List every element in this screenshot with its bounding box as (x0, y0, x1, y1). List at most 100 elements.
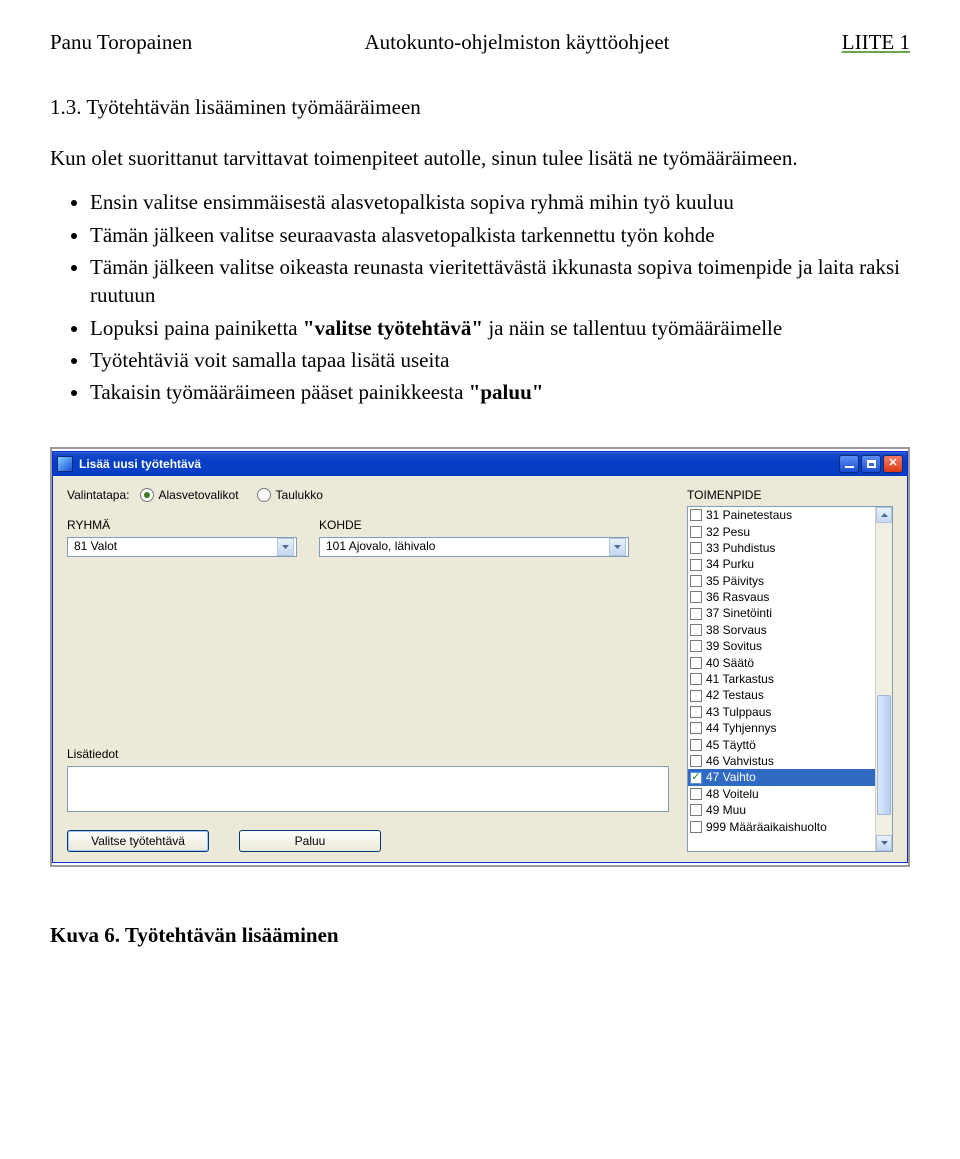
checkbox-icon[interactable] (690, 509, 702, 521)
doc-header: Panu Toropainen Autokunto-ohjelmiston kä… (50, 30, 910, 55)
list-item-label: 999 Määräaikaishuolto (706, 820, 827, 834)
list-item-label: 33 Puhdistus (706, 541, 775, 555)
checkbox-icon[interactable]: ✓ (690, 772, 702, 784)
list-item[interactable]: 35 Päivitys (688, 573, 875, 589)
list-item-label: 34 Purku (706, 557, 754, 571)
lisatiedot-label: Lisätiedot (67, 747, 669, 761)
list-item-label: 45 Täyttö (706, 738, 756, 752)
list-item[interactable]: 46 Vahvistus (688, 753, 875, 769)
list-item[interactable]: 39 Sovitus (688, 638, 875, 654)
chevron-down-icon (609, 538, 626, 556)
kohde-select[interactable]: 101 Ajovalo, lähivalo (319, 537, 629, 557)
checkbox-icon[interactable] (690, 690, 702, 702)
list-item: Takaisin työmääräimeen pääset painikkees… (90, 378, 910, 406)
header-right: LIITE 1 (842, 30, 910, 55)
checkbox-icon[interactable] (690, 608, 702, 620)
checkbox-icon[interactable] (690, 722, 702, 734)
list-item-label: 42 Testaus (706, 688, 764, 702)
kohde-label: KOHDE (319, 518, 629, 532)
list-item-label: 32 Pesu (706, 525, 750, 539)
list-item[interactable]: 34 Purku (688, 556, 875, 572)
checkbox-icon[interactable] (690, 542, 702, 554)
maximize-button[interactable] (861, 455, 881, 473)
checkbox-icon[interactable] (690, 821, 702, 833)
list-item-label: 49 Muu (706, 803, 746, 817)
checkbox-icon[interactable] (690, 673, 702, 685)
list-item[interactable]: 42 Testaus (688, 687, 875, 703)
list-item-label: 36 Rasvaus (706, 590, 769, 604)
checkbox-icon[interactable] (690, 559, 702, 571)
kohde-value: 101 Ajovalo, lähivalo (326, 539, 435, 553)
list-item: Tämän jälkeen valitse oikeasta reunasta … (90, 253, 910, 310)
scroll-down-icon[interactable] (876, 835, 892, 851)
list-item[interactable]: 41 Tarkastus (688, 671, 875, 687)
screenshot-figure: Lisää uusi työtehtävä ✕ Valintatapa: Ala… (50, 447, 910, 867)
paluu-button[interactable]: Paluu (239, 830, 381, 852)
ryhma-label: RYHMÄ (67, 518, 297, 532)
list-item: Tämän jälkeen valitse seuraavasta alasve… (90, 221, 910, 249)
ryhma-select[interactable]: 81 Valot (67, 537, 297, 557)
checkbox-icon[interactable] (690, 640, 702, 652)
scroll-up-icon[interactable] (876, 507, 892, 523)
list-item-label: 35 Päivitys (706, 574, 764, 588)
toimenpide-label: TOIMENPIDE (687, 488, 893, 502)
valintatapa-label: Valintatapa: (67, 488, 130, 502)
checkbox-icon[interactable] (690, 804, 702, 816)
valitse-tyotehtava-button[interactable]: Valitse työtehtävä (67, 830, 209, 852)
list-item[interactable]: 49 Muu (688, 802, 875, 818)
list-item-label: 44 Tyhjennys (706, 721, 777, 735)
window-title: Lisää uusi työtehtävä (79, 457, 839, 471)
list-item-label: 38 Sorvaus (706, 623, 767, 637)
list-item-label: 37 Sinetöinti (706, 606, 772, 620)
checkbox-icon[interactable] (690, 788, 702, 800)
radio-icon (257, 488, 271, 502)
header-center: Autokunto-ohjelmiston käyttöohjeet (364, 30, 669, 55)
list-item[interactable]: 32 Pesu (688, 524, 875, 540)
list-item[interactable]: 37 Sinetöinti (688, 605, 875, 621)
checkbox-icon[interactable] (690, 657, 702, 669)
list-item[interactable]: 44 Tyhjennys (688, 720, 875, 736)
list-item: Lopuksi paina painiketta "valitse työteh… (90, 314, 910, 342)
scrollbar-thumb[interactable] (877, 695, 891, 816)
figure-caption: Kuva 6. Työtehtävän lisääminen (50, 923, 910, 948)
list-item-label: 31 Painetestaus (706, 508, 792, 522)
list-item-label: 40 Säätö (706, 656, 754, 670)
checkbox-icon[interactable] (690, 706, 702, 718)
ryhma-value: 81 Valot (74, 539, 117, 553)
list-item[interactable]: 43 Tulppaus (688, 704, 875, 720)
list-item-label: 41 Tarkastus (706, 672, 774, 686)
lisatiedot-field[interactable] (67, 766, 669, 812)
checkbox-icon[interactable] (690, 739, 702, 751)
toimenpide-listbox[interactable]: 31 Painetestaus 32 Pesu 33 Puhdistus 34 Pur… (687, 506, 893, 852)
titlebar: Lisää uusi työtehtävä ✕ (53, 452, 907, 476)
radio-alasvetovalikot[interactable]: Alasvetovalikot (140, 488, 239, 502)
list-item[interactable]: 31 Painetestaus (688, 507, 875, 523)
valintatapa-row: Valintatapa: Alasvetovalikot Taulukko (67, 488, 669, 502)
close-button[interactable]: ✕ (883, 455, 903, 473)
list-item[interactable]: 48 Voitelu (688, 786, 875, 802)
list-item-label: 46 Vahvistus (706, 754, 774, 768)
list-item[interactable]: 36 Rasvaus (688, 589, 875, 605)
list-item-label: 47 Vaihto (706, 770, 756, 784)
scrollbar[interactable] (875, 507, 892, 851)
list-item: Työtehtäviä voit samalla tapaa lisätä us… (90, 346, 910, 374)
list-item[interactable]: 999 Määräaikaishuolto (688, 819, 875, 835)
minimize-button[interactable] (839, 455, 859, 473)
intro-paragraph: Kun olet suorittanut tarvittavat toimenp… (50, 144, 910, 172)
list-item[interactable]: 45 Täyttö (688, 737, 875, 753)
app-icon (57, 456, 73, 472)
radio-taulukko[interactable]: Taulukko (257, 488, 323, 502)
header-left: Panu Toropainen (50, 30, 192, 55)
list-item[interactable]: 38 Sorvaus (688, 622, 875, 638)
checkbox-icon[interactable] (690, 591, 702, 603)
checkbox-icon[interactable] (690, 575, 702, 587)
list-item[interactable]: 33 Puhdistus (688, 540, 875, 556)
list-item[interactable]: ✓ 47 Vaihto (688, 769, 875, 785)
checkbox-icon[interactable] (690, 755, 702, 767)
list-item[interactable]: 40 Säätö (688, 655, 875, 671)
checkbox-icon[interactable] (690, 526, 702, 538)
list-item: Ensin valitse ensimmäisestä alasvetopalk… (90, 188, 910, 216)
dialog-window: Lisää uusi työtehtävä ✕ Valintatapa: Ala… (52, 451, 908, 863)
checkbox-icon[interactable] (690, 624, 702, 636)
bullet-list: Ensin valitse ensimmäisestä alasvetopalk… (50, 188, 910, 406)
